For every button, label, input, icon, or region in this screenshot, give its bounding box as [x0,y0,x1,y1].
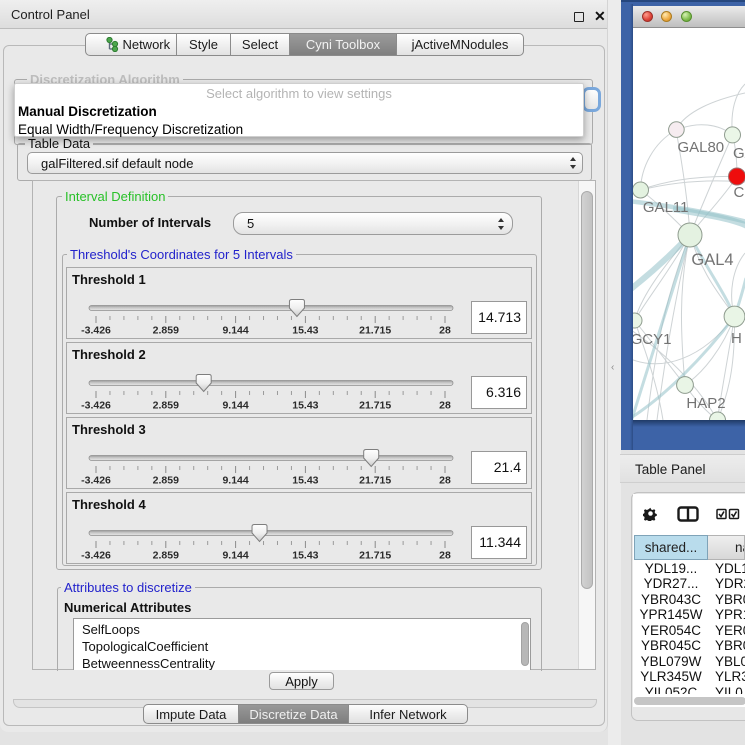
svg-text:28: 28 [439,550,451,562]
svg-text:-3.426: -3.426 [81,325,111,337]
svg-text:C: C [734,184,745,201]
svg-text:28: 28 [439,475,451,487]
svg-text:9.144: 9.144 [222,475,248,487]
svg-text:GA: GA [733,145,745,162]
svg-text:GAL11: GAL11 [643,199,689,216]
svg-text:15.43: 15.43 [292,400,318,412]
svg-text:21.715: 21.715 [359,550,391,562]
svg-text:9.144: 9.144 [222,550,248,562]
svg-text:2.859: 2.859 [153,550,179,562]
svg-text:15.43: 15.43 [292,475,318,487]
svg-text:28: 28 [439,400,451,412]
svg-text:GAL4: GAL4 [691,251,733,269]
svg-text:-3.426: -3.426 [81,400,111,412]
svg-text:21.715: 21.715 [359,400,391,412]
svg-text:9.144: 9.144 [222,325,248,337]
svg-text:-3.426: -3.426 [81,475,111,487]
svg-text:H: H [731,330,742,347]
svg-text:2.859: 2.859 [153,475,179,487]
svg-text:15.43: 15.43 [292,325,318,337]
svg-text:GAL80: GAL80 [677,139,724,156]
svg-text:-3.426: -3.426 [81,550,111,562]
svg-text:28: 28 [439,325,451,337]
svg-text:HAP2: HAP2 [686,395,725,412]
svg-text:2.859: 2.859 [153,400,179,412]
svg-text:15.43: 15.43 [292,550,318,562]
svg-text:21.715: 21.715 [359,475,391,487]
svg-text:2.859: 2.859 [153,325,179,337]
svg-text:GCY1: GCY1 [633,331,671,348]
svg-text:9.144: 9.144 [222,400,248,412]
svg-text:21.715: 21.715 [359,325,391,337]
